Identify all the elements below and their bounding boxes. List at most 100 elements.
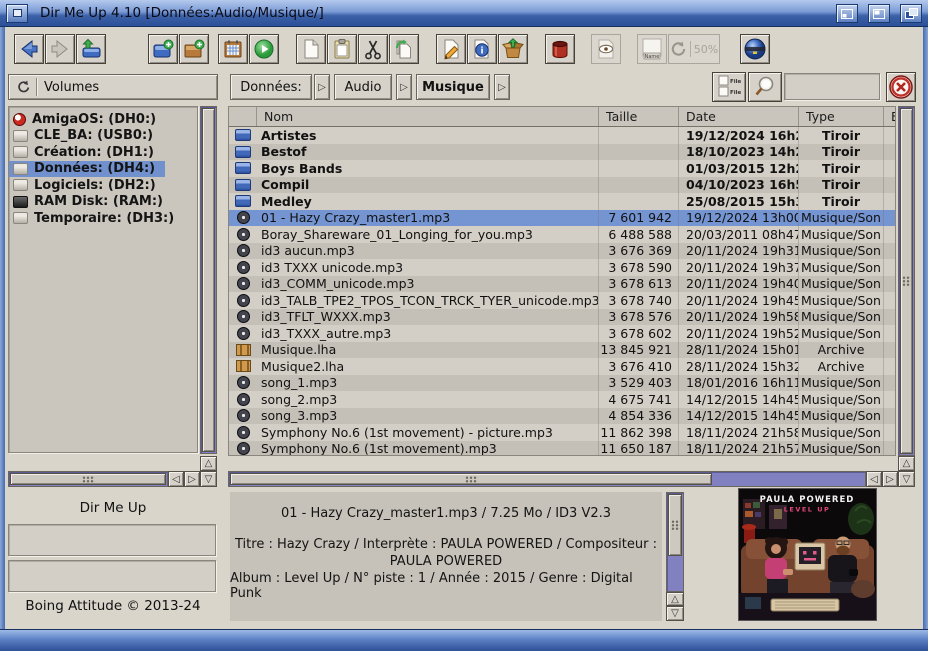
search-button[interactable]: [748, 72, 782, 102]
file-date: 04/10/2023 16h57: [679, 177, 799, 194]
table-row[interactable]: 01 - Hazy Crazy_master1.mp37 601 94219/1…: [229, 210, 895, 227]
file-file-icon: File File: [716, 74, 742, 100]
close-gadget[interactable]: [6, 4, 28, 23]
files-scroll-up-button[interactable]: △: [898, 456, 915, 471]
info-button[interactable]: i: [467, 34, 497, 64]
iconify-gadget[interactable]: [836, 4, 858, 23]
name-view-button[interactable]: Name: [637, 34, 667, 64]
files-hscroll-track[interactable]: [228, 471, 866, 487]
volumes-selector[interactable]: Volumes: [8, 74, 218, 100]
header-type[interactable]: Type: [799, 107, 884, 126]
files-vscroll-track[interactable]: [898, 106, 915, 456]
file-name: Boray_Shareware_01_Longing_for_you.mp3: [257, 226, 599, 243]
table-row[interactable]: song_3.mp34 854 33614/12/2015 14h45Musiq…: [229, 408, 895, 425]
table-row[interactable]: Boray_Shareware_01_Longing_for_you.mp36 …: [229, 226, 895, 243]
boing-sphere-button[interactable]: [740, 34, 770, 64]
delete-button[interactable]: [545, 34, 575, 64]
extract-archive-button[interactable]: [498, 34, 528, 64]
table-row[interactable]: Symphony No.6 (1st movement).mp311 650 1…: [229, 441, 895, 457]
table-row[interactable]: id3 TXXX unicode.mp33 678 59020/11/2024 …: [229, 259, 895, 276]
app-name-label: Dir Me Up: [8, 500, 218, 516]
disk-icon: [13, 163, 28, 175]
table-row[interactable]: Musique2.lha3 676 41028/11/2024 15h32Arc…: [229, 358, 895, 375]
table-row[interactable]: id3_TALB_TPE2_TPOS_TCON_TRCK_TYER_unicod…: [229, 292, 895, 309]
volumes-vscroll-thumb[interactable]: [202, 108, 215, 452]
search-input[interactable]: [784, 73, 880, 100]
file-filter-button[interactable]: File File: [712, 72, 746, 102]
info-vscroll-track[interactable]: [666, 492, 684, 592]
header-nom[interactable]: Nom: [257, 107, 599, 126]
header-icon-column[interactable]: [229, 107, 257, 126]
volume-item[interactable]: CLE_BA: (USB0:): [9, 128, 163, 145]
parent-dir-button[interactable]: [76, 34, 106, 64]
table-row[interactable]: Symphony No.6 (1st movement) - picture.m…: [229, 424, 895, 441]
titlebar[interactable]: Dir Me Up 4.10 [Données:Audio/Musique/]: [0, 0, 928, 27]
back-button[interactable]: [14, 34, 44, 64]
forward-button[interactable]: [45, 34, 75, 64]
cut-button[interactable]: [358, 34, 388, 64]
table-row[interactable]: Artistes19/12/2024 16h24Tiroir: [229, 127, 895, 144]
files-hscroll-thumb[interactable]: [230, 473, 712, 485]
file-extra: [884, 441, 895, 457]
info-scroll-down-button[interactable]: ▽: [666, 606, 684, 621]
volumes-hscroll-thumb[interactable]: [10, 473, 166, 485]
edit-button[interactable]: [436, 34, 466, 64]
status-box-1: [8, 524, 216, 556]
header-e[interactable]: E: [884, 107, 895, 126]
volumes-scroll-right-button[interactable]: ▷: [184, 471, 200, 487]
table-row[interactable]: Musique.lha13 845 92128/11/2024 15h01Arc…: [229, 342, 895, 359]
new-file-button[interactable]: [296, 34, 326, 64]
table-row[interactable]: id3_COMM_unicode.mp33 678 61320/11/2024 …: [229, 276, 895, 293]
table-row[interactable]: Medley25/08/2015 15h37Tiroir: [229, 193, 895, 210]
files-scroll-down-button[interactable]: ▽: [898, 471, 915, 487]
volumes-vscroll-track[interactable]: [200, 106, 217, 454]
up-arrow-icon: △: [205, 458, 213, 469]
table-row[interactable]: song_1.mp33 529 40318/01/2016 16h11Musiq…: [229, 375, 895, 392]
file-size: [599, 144, 679, 161]
header-date[interactable]: Date: [679, 107, 799, 126]
copy-button[interactable]: [389, 34, 419, 64]
volume-item[interactable]: AmigaOS: (DH0:): [9, 111, 166, 128]
left-arrow-icon: ◁: [172, 474, 180, 485]
breadcrumb-segment-volume[interactable]: Données:: [230, 74, 312, 100]
volumes-scroll-up-button[interactable]: △: [200, 456, 217, 471]
table-row[interactable]: Bestof18/10/2023 14h24Tiroir: [229, 144, 895, 161]
table-row[interactable]: id3 aucun.mp33 676 36920/11/2024 19h31Mu…: [229, 243, 895, 260]
table-row[interactable]: id3_TFLT_WXXX.mp33 678 57620/11/2024 19h…: [229, 309, 895, 326]
depth-gadget[interactable]: [900, 4, 922, 23]
breadcrumb-segment-musique[interactable]: Musique: [416, 74, 490, 100]
header-taille[interactable]: Taille: [599, 107, 679, 126]
table-row[interactable]: song_2.mp34 675 74114/12/2015 14h45Musiq…: [229, 391, 895, 408]
table-row[interactable]: Compil04/10/2023 16h57Tiroir: [229, 177, 895, 194]
new-drawer-button[interactable]: [148, 34, 178, 64]
volumes-scroll-down-button[interactable]: ▽: [200, 471, 217, 487]
file-type: Musique/Son: [799, 408, 884, 425]
volume-item[interactable]: Logiciels: (DH2:): [9, 177, 166, 194]
table-row[interactable]: Boys Bands01/03/2015 12h26Tiroir: [229, 160, 895, 177]
info-vscroll-thumb[interactable]: [668, 494, 682, 556]
files-scroll-right-button[interactable]: ▷: [882, 471, 898, 487]
preview-button[interactable]: [591, 34, 621, 64]
zoom-level-button[interactable]: 50%: [668, 34, 720, 64]
close-panel-button[interactable]: [886, 72, 916, 102]
new-directory-button[interactable]: [179, 34, 209, 64]
zoom-gadget[interactable]: [868, 4, 890, 23]
files-scroll-left-button[interactable]: ◁: [866, 471, 882, 487]
file-size: 4 854 336: [599, 408, 679, 425]
info-scroll-up-button[interactable]: △: [666, 592, 684, 606]
volume-item[interactable]: Données: (DH4:): [9, 161, 165, 178]
files-vscroll-thumb[interactable]: [900, 108, 913, 454]
table-row[interactable]: id3_TXXX_autre.mp33 678 60220/11/2024 19…: [229, 325, 895, 342]
volume-item[interactable]: Création: (DH1:): [9, 144, 164, 161]
icon-cell: [229, 177, 257, 194]
down-arrow-icon: ▽: [671, 608, 679, 619]
paste-button[interactable]: [327, 34, 357, 64]
volumes-hscroll-track[interactable]: [8, 471, 168, 487]
volume-item[interactable]: Temporaire: (DH3:): [9, 210, 184, 227]
breadcrumb-segment-audio[interactable]: Audio: [334, 74, 392, 100]
volume-item[interactable]: RAM Disk: (RAM:): [9, 194, 173, 211]
eye-icon: [595, 38, 617, 60]
volumes-scroll-left-button[interactable]: ◁: [168, 471, 184, 487]
calendar-button[interactable]: [218, 34, 248, 64]
play-button[interactable]: [249, 34, 279, 64]
